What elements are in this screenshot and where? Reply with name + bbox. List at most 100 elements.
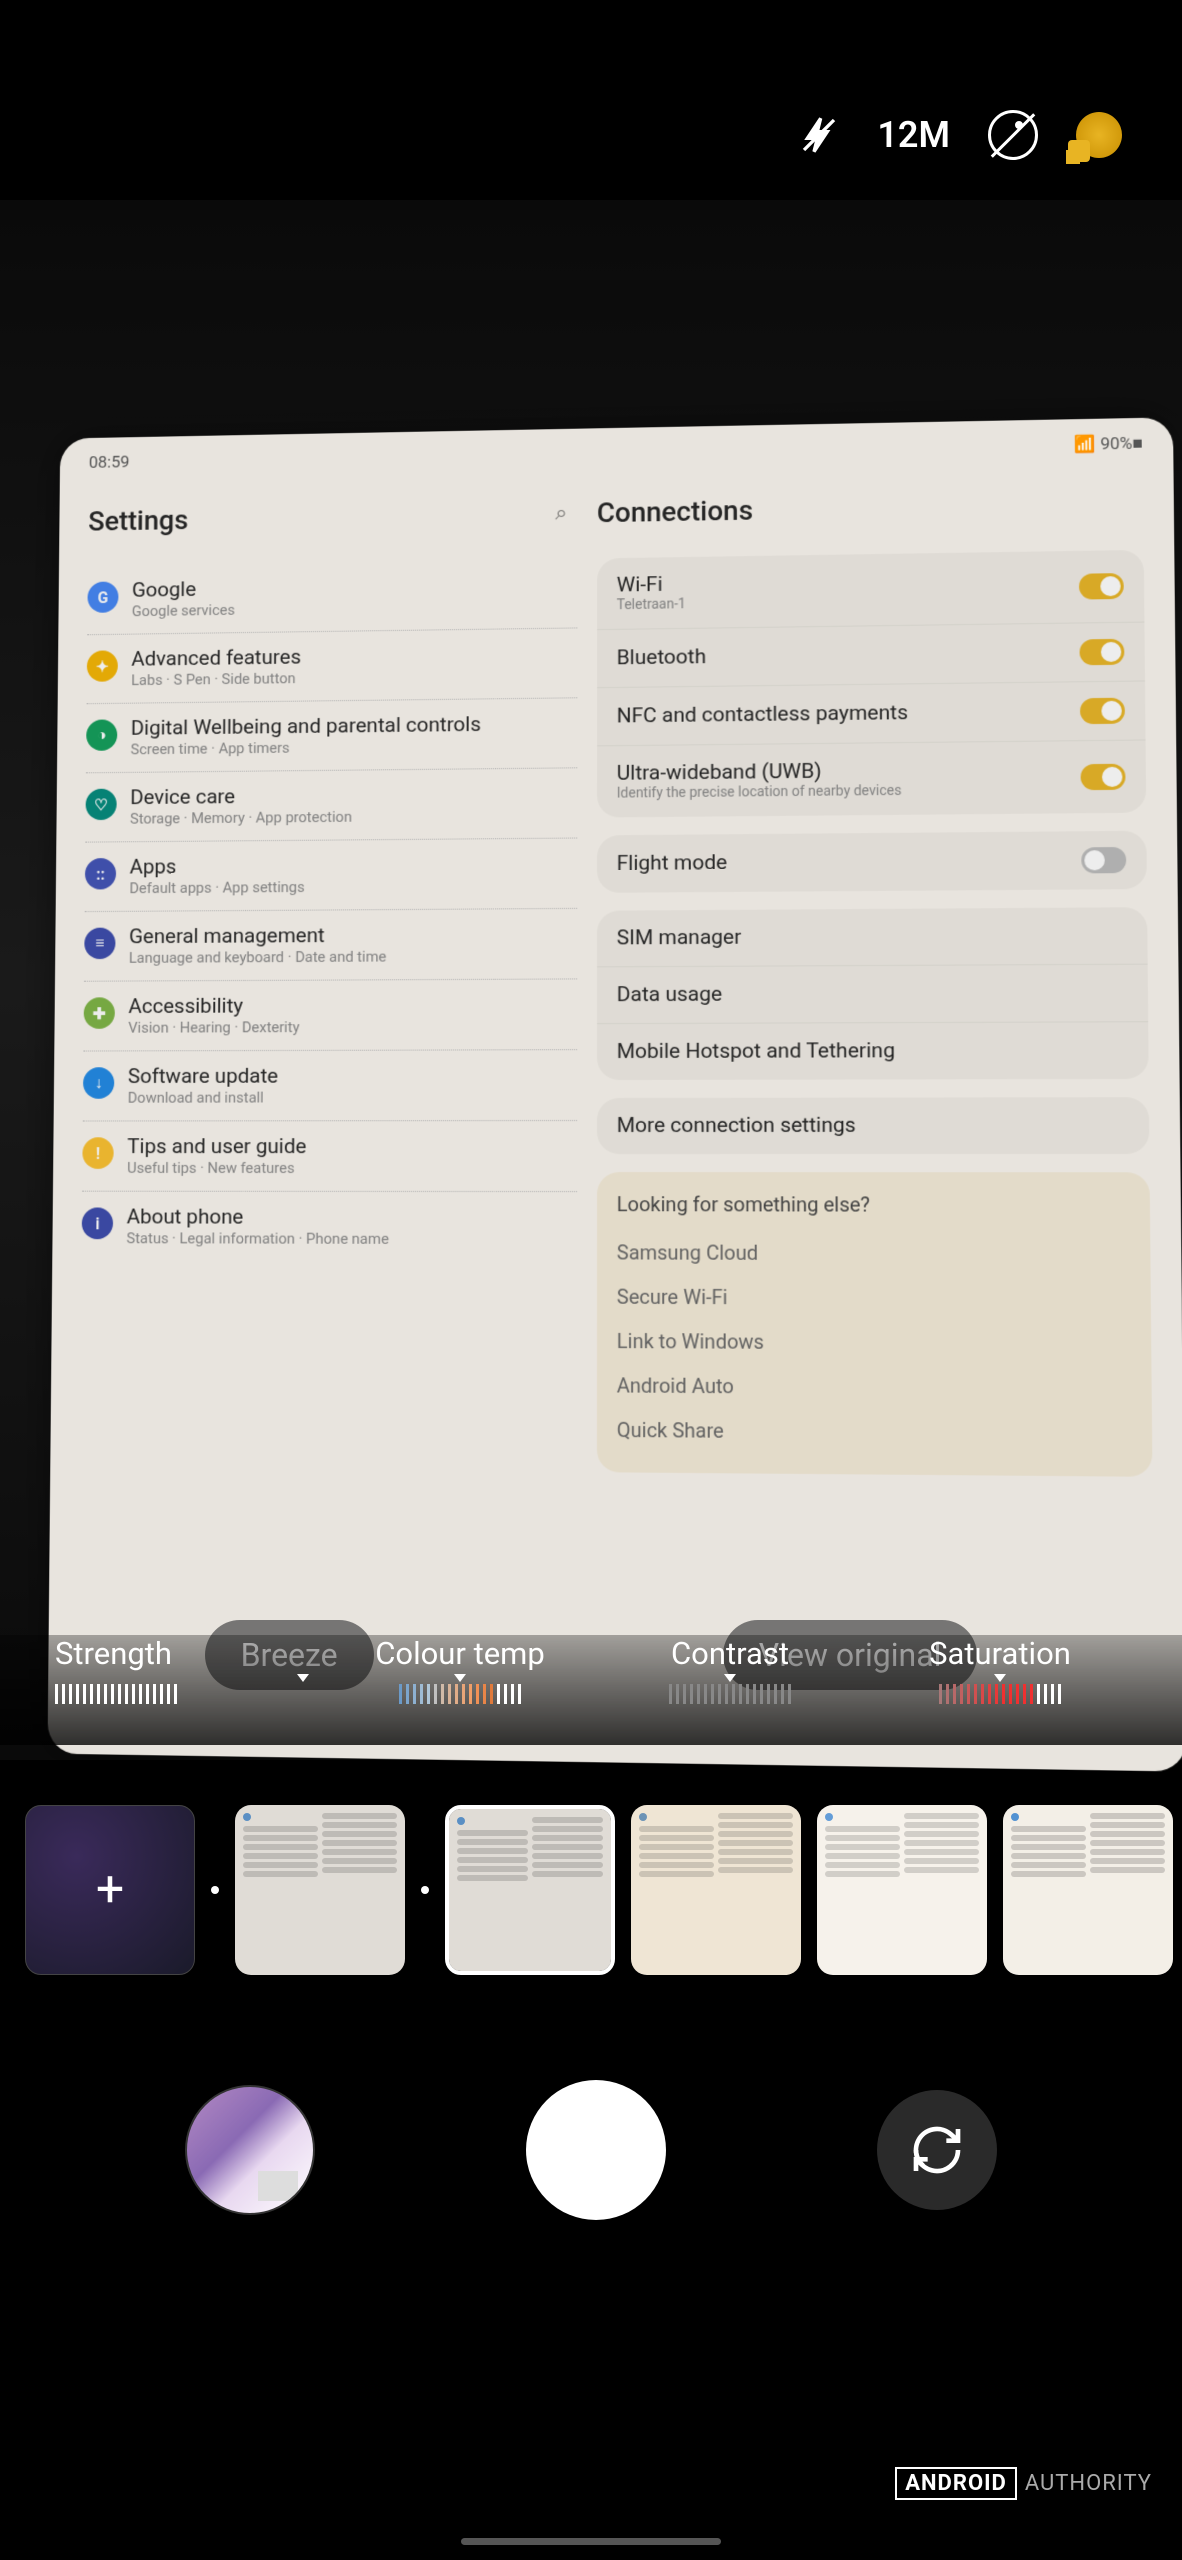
adjustment-contrast[interactable]: Contrast [595, 1635, 865, 1745]
filter-effects-icon[interactable] [1076, 112, 1122, 158]
subject-looking-link: Link to Windows [617, 1319, 1131, 1366]
subject-setting-item: ✚ Accessibility Vision · Hearing · Dexte… [83, 979, 576, 1051]
adjustment-label: Colour temp [325, 1635, 595, 1672]
subject-setting-sub: Vision · Hearing · Dexterity [128, 1018, 299, 1036]
adjustment-colour-temp[interactable]: Colour temp [325, 1635, 595, 1745]
subject-connection-section: Flight mode [597, 831, 1147, 893]
subject-connection-item: Bluetooth [597, 623, 1145, 689]
subject-setting-icon: ↓ [83, 1067, 114, 1099]
subject-setting-icon: ✦ [87, 650, 118, 681]
subject-setting-title: About phone [127, 1206, 389, 1230]
subject-setting-sub: Download and install [128, 1089, 278, 1107]
adjustment-label: Saturation [865, 1635, 1135, 1672]
adjustment-film-grain[interactable]: Film grain [1135, 1635, 1182, 1745]
subject-connection-item: More connection settings [597, 1097, 1150, 1154]
adjustment-ticks[interactable] [325, 1684, 595, 1706]
subject-setting-sub: Language and keyboard · Date and time [129, 948, 387, 967]
adjustment-label: Strength [55, 1635, 325, 1672]
flash-icon[interactable] [799, 115, 839, 155]
subject-looking-section: Looking for something else? Samsung Clou… [597, 1172, 1153, 1477]
subject-connection-section: SIM managerData usageMobile Hotspot and … [597, 907, 1149, 1080]
subject-connection-item: Mobile Hotspot and Tethering [597, 1022, 1149, 1080]
subject-setting-sub: Labs · S Pen · Side button [131, 669, 301, 689]
subject-setting-icon: G [87, 581, 118, 612]
subject-connection-item: Flight mode [597, 831, 1147, 893]
subject-setting-title: Digital Wellbeing and parental controls [131, 713, 481, 740]
subject-setting-icon: ✚ [84, 997, 115, 1029]
subject-connection-item: Wi-FiTeletraan-1 [597, 550, 1145, 630]
adjustment-label: Contrast [595, 1635, 865, 1672]
subject-connection-item: Data usage [597, 965, 1148, 1025]
motion-photo-icon[interactable] [988, 110, 1038, 160]
subject-setting-icon: :: [85, 858, 116, 890]
camera-viewfinder[interactable]: 08:59 📶 90%■ Settings ⌕ G Google Google … [0, 200, 1182, 1760]
subject-setting-item: :: Apps Default apps · App settings [85, 839, 577, 913]
subject-connection-item: SIM manager [597, 907, 1148, 967]
subject-looking-link: Samsung Cloud [617, 1230, 1130, 1276]
subject-setting-title: Tips and user guide [127, 1135, 306, 1159]
gallery-thumbnail-button[interactable] [185, 2085, 315, 2215]
subject-setting-sub: Status · Legal information · Phone name [126, 1229, 388, 1247]
adjustment-ticks[interactable] [595, 1684, 865, 1706]
subject-setting-title: Google [132, 578, 235, 603]
subject-setting-icon: ≡ [84, 928, 115, 960]
filter-thumbnail[interactable] [817, 1805, 987, 1975]
adjustment-ticks[interactable] [1135, 1684, 1182, 1706]
subject-setting-item: ✦ Advanced features Labs · S Pen · Side … [87, 628, 577, 704]
adjustment-label: Film grain [1135, 1635, 1182, 1672]
resolution-label[interactable]: 12M [877, 114, 950, 156]
subject-setting-item: ◑ Digital Wellbeing and parental control… [86, 698, 577, 773]
subject-setting-title: Device care [130, 784, 352, 810]
shutter-button[interactable] [526, 2080, 666, 2220]
subject-connection-section: Wi-FiTeletraan-1BluetoothNFC and contact… [597, 550, 1146, 818]
subject-setting-sub: Default apps · App settings [129, 878, 304, 897]
subject-settings-title: Settings ⌕ [88, 497, 577, 537]
subject-connection-section: More connection settings [597, 1097, 1150, 1154]
subject-setting-icon: ♡ [86, 789, 117, 821]
subject-toggle [1079, 639, 1124, 666]
adjustment-strength[interactable]: Strength [55, 1635, 325, 1745]
watermark-brand: ANDROID [895, 2467, 1017, 2500]
add-filter-button[interactable]: + [25, 1805, 195, 1975]
looking-head: Looking for something else? [617, 1192, 1130, 1217]
adjustment-sliders: Strength Colour temp Contrast Saturation… [0, 1635, 1182, 1745]
subject-toggle [1080, 764, 1125, 790]
switch-camera-button[interactable] [877, 2090, 997, 2210]
subject-setting-item: ! Tips and user guide Useful tips · New … [82, 1121, 577, 1192]
watermark: ANDROID AUTHORITY [895, 2467, 1152, 2500]
subject-toggle [1081, 847, 1126, 873]
filter-thumbnail[interactable] [1003, 1805, 1173, 1975]
watermark-rest: AUTHORITY [1025, 2471, 1152, 2496]
adjustment-ticks[interactable] [55, 1684, 325, 1706]
subject-connection-item: Ultra-wideband (UWB)Identify the precise… [597, 740, 1146, 817]
subject-setting-sub: Google services [132, 601, 235, 620]
viewfinder-subject-tablet: 08:59 📶 90%■ Settings ⌕ G Google Google … [48, 417, 1182, 1771]
subject-setting-title: Accessibility [128, 995, 299, 1019]
adjustment-saturation[interactable]: Saturation [865, 1635, 1135, 1745]
subject-looking-link: Quick Share [617, 1408, 1132, 1456]
subject-setting-title: General management [129, 924, 387, 949]
filter-thumbnail[interactable] [631, 1805, 801, 1975]
filter-separator [211, 1886, 219, 1894]
camera-bottom-controls [0, 2080, 1182, 2220]
filter-thumbnail-strip: + [25, 1800, 1182, 1980]
subject-connection-item: NFC and contactless payments [597, 681, 1146, 746]
subject-setting-item: ≡ General management Language and keyboa… [84, 909, 577, 982]
subject-looking-link: Android Auto [617, 1363, 1131, 1411]
adjustment-ticks[interactable] [865, 1684, 1135, 1706]
subject-setting-icon: i [82, 1207, 113, 1239]
subject-setting-title: Software update [128, 1065, 278, 1089]
subject-looking-link: Secure Wi-Fi [617, 1275, 1131, 1321]
camera-top-bar: 12M [799, 110, 1122, 160]
filter-separator [421, 1886, 429, 1894]
subject-setting-icon: ◑ [86, 719, 117, 751]
subject-setting-item: i About phone Status · Legal information… [81, 1192, 576, 1263]
subject-setting-item: G Google Google services [87, 559, 577, 635]
subject-setting-item: ♡ Device care Storage · Memory · App pro… [85, 768, 577, 842]
nav-bar-handle[interactable] [461, 2538, 721, 2545]
filter-thumbnail-selected[interactable] [445, 1805, 615, 1975]
subject-toggle [1079, 573, 1124, 600]
subject-setting-sub: Screen time · App timers [131, 737, 481, 758]
subject-setting-sub: Useful tips · New features [127, 1159, 306, 1177]
filter-thumbnail[interactable] [235, 1805, 405, 1975]
